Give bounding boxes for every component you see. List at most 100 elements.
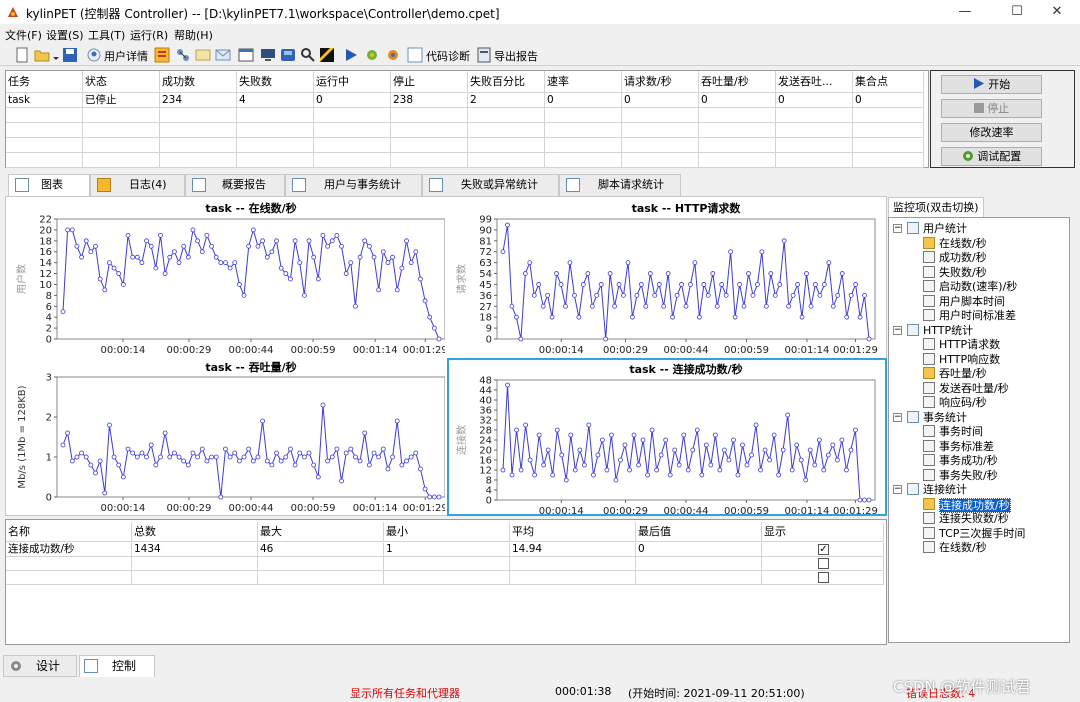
stat-cell[interactable] <box>6 557 132 571</box>
stat-cell[interactable] <box>510 557 636 571</box>
tab-chart[interactable]: 图表 <box>8 174 90 196</box>
tree-item[interactable]: 用户脚本时间 <box>939 295 1005 308</box>
task-cell[interactable]: 234 <box>160 93 237 108</box>
task-empty-cell[interactable] <box>237 153 314 168</box>
show-checkbox[interactable] <box>762 571 884 585</box>
tree-item[interactable]: HTTP请求数 <box>939 338 1000 351</box>
task-empty-cell[interactable] <box>853 153 924 168</box>
chart-connection-success[interactable]: task -- 连接成功数/秒 连接数 0 4 8 12 16 20 24 28 32 36 40 44 4… <box>447 358 887 517</box>
task-empty-cell[interactable] <box>83 123 160 138</box>
mail-icon[interactable] <box>195 47 211 63</box>
task-empty-cell[interactable] <box>237 123 314 138</box>
disk-icon[interactable] <box>280 47 296 63</box>
task-empty-cell[interactable] <box>391 108 468 123</box>
tree-item[interactable]: 成功数/秒 <box>939 251 987 264</box>
task-empty-cell[interactable] <box>545 138 622 153</box>
menu-settings[interactable]: 设置(S) <box>46 27 84 43</box>
task-col-header[interactable]: 吞吐量/秒 <box>699 71 776 93</box>
task-empty-cell[interactable] <box>699 138 776 153</box>
tab-design[interactable]: 设计 <box>3 655 77 677</box>
tab-summary[interactable]: 概要报告 <box>185 174 285 196</box>
task-empty-cell[interactable] <box>160 138 237 153</box>
tree-item[interactable]: 连接失败数/秒 <box>939 512 1009 525</box>
task-cell[interactable]: 4 <box>237 93 314 108</box>
task-col-header[interactable]: 成功数 <box>160 71 237 93</box>
task-empty-cell[interactable] <box>391 138 468 153</box>
stat-col-header[interactable]: 名称 <box>6 522 132 542</box>
stat-cell[interactable] <box>258 571 384 585</box>
tree-item[interactable]: 在线数/秒 <box>939 541 987 554</box>
task-empty-cell[interactable] <box>237 108 314 123</box>
task-col-header[interactable]: 状态 <box>83 71 160 93</box>
tree-item[interactable]: 用户时间标准差 <box>939 309 1016 322</box>
task-empty-cell[interactable] <box>468 108 545 123</box>
task-empty-cell[interactable] <box>699 153 776 168</box>
task-empty-cell[interactable] <box>83 108 160 123</box>
task-empty-cell[interactable] <box>314 123 391 138</box>
stat-cell[interactable] <box>132 557 258 571</box>
tree-collapse-icon[interactable]: − <box>893 412 902 422</box>
chart-throughput[interactable]: task -- 吞吐量/秒 Mb/s (1Mb = 128KB) 0 1 2 3 00:00… <box>9 358 448 514</box>
export-icon[interactable] <box>476 47 492 63</box>
show-all-link[interactable]: 显示所有任务和代理器 <box>350 685 460 701</box>
task-col-header[interactable]: 任务 <box>6 71 83 93</box>
stat-col-header[interactable]: 总数 <box>132 522 258 542</box>
task-empty-cell[interactable] <box>622 138 699 153</box>
task-cell[interactable]: 0 <box>853 93 924 108</box>
task-empty-cell[interactable] <box>545 123 622 138</box>
task-col-header[interactable]: 失败数 <box>237 71 314 93</box>
debug-config-button[interactable]: 调试配置 <box>941 147 1042 166</box>
stat-cell[interactable] <box>6 571 132 585</box>
task-empty-cell[interactable] <box>160 123 237 138</box>
task-empty-cell[interactable] <box>545 108 622 123</box>
task-empty-cell[interactable] <box>622 153 699 168</box>
stat-cell[interactable]: 连接成功数/秒 <box>6 543 132 557</box>
stat-col-header[interactable]: 显示 <box>762 522 884 542</box>
task-col-header[interactable]: 运行中 <box>314 71 391 93</box>
task-empty-cell[interactable] <box>6 138 83 153</box>
task-empty-cell[interactable] <box>776 108 853 123</box>
show-checkbox[interactable] <box>762 557 884 571</box>
gear-green-icon[interactable] <box>364 47 380 63</box>
window-icon[interactable] <box>238 47 254 63</box>
checkbox-box[interactable]: ✓ <box>818 544 829 555</box>
stat-col-header[interactable]: 最后值 <box>636 522 762 542</box>
tab-log[interactable]: 日志(4) <box>90 174 185 196</box>
stat-cell[interactable] <box>132 571 258 585</box>
tree-group-label[interactable]: HTTP统计 <box>923 324 973 337</box>
tree-item[interactable]: 事务失败/秒 <box>939 469 998 482</box>
tree-collapse-icon[interactable]: − <box>893 485 902 494</box>
user-detail-icon[interactable] <box>86 47 102 63</box>
tree-item[interactable]: 在线数/秒 <box>939 237 987 250</box>
task-cell[interactable]: task <box>6 93 83 108</box>
task-cell[interactable]: 0 <box>776 93 853 108</box>
task-empty-cell[interactable] <box>622 108 699 123</box>
stat-cell[interactable]: 0 <box>636 543 762 557</box>
task-col-header[interactable]: 集合点 <box>853 71 924 93</box>
task-empty-cell[interactable] <box>853 123 924 138</box>
stat-cell[interactable] <box>510 571 636 585</box>
task-empty-cell[interactable] <box>160 108 237 123</box>
tree-item[interactable]: 失败数/秒 <box>939 266 987 279</box>
save-icon[interactable] <box>62 47 78 63</box>
task-empty-cell[interactable] <box>776 153 853 168</box>
menu-tools[interactable]: 工具(T) <box>88 27 125 43</box>
gear-orange-icon[interactable] <box>385 47 401 63</box>
network-icon[interactable] <box>175 47 191 63</box>
tab-user-transaction[interactable]: 用户与事务统计 <box>285 174 422 196</box>
search-tool-icon[interactable] <box>300 47 316 63</box>
tree-item[interactable]: 响应码/秒 <box>939 396 987 409</box>
tree-item[interactable]: 事务时间 <box>939 425 983 438</box>
task-empty-cell[interactable] <box>6 123 83 138</box>
checkbox-box[interactable] <box>818 558 829 569</box>
play-icon[interactable] <box>343 47 359 63</box>
code-diag-label[interactable]: 代码诊断 <box>426 48 470 64</box>
menu-file[interactable]: 文件(F) <box>5 27 42 43</box>
report-icon[interactable] <box>154 47 170 63</box>
task-empty-cell[interactable] <box>545 153 622 168</box>
task-cell[interactable]: 0 <box>314 93 391 108</box>
stat-cell[interactable]: 14.94 <box>510 543 636 557</box>
tree-item[interactable]: HTTP响应数 <box>939 353 1000 366</box>
tree-item[interactable]: 事务标准差 <box>939 440 994 453</box>
stat-cell[interactable] <box>258 557 384 571</box>
